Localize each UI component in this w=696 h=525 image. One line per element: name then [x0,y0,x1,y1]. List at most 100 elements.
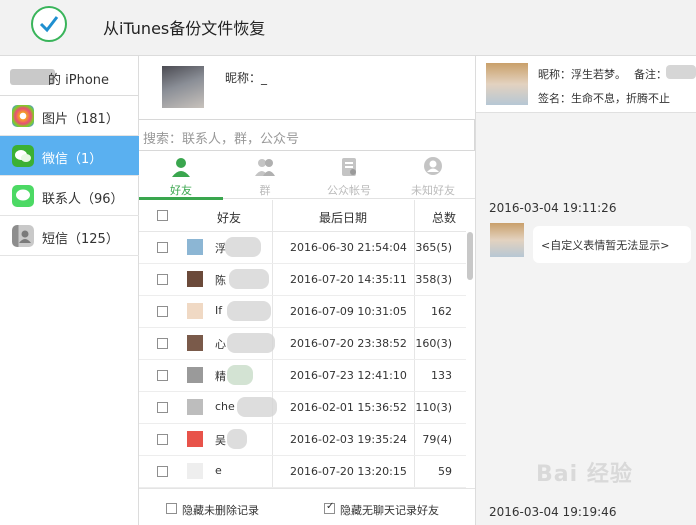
photos-icon [12,105,34,127]
account-nickname: 昵称：_ [225,71,268,85]
search-input[interactable]: 搜索：联系人，群，公众号 [139,119,475,151]
redacted-name [227,301,271,321]
tab-label: 公众帐号 [327,184,371,197]
last-date: 2016-07-09 10:31:05 [290,305,407,318]
hide-not-deleted-label: 隐藏未删除记录 [182,504,259,517]
friend-name: 精 [215,370,226,383]
friend-name: che [215,400,235,413]
redacted-name [227,333,275,353]
friend-avatar [187,271,203,287]
message-timestamp: 2016-03-04 19:11:26 [489,201,617,215]
hide-not-deleted-checkbox[interactable] [166,503,177,514]
table-row[interactable]: 吴 2016-02-03 19:35:24 79(4) [139,424,466,456]
contact-remark: 备注： [634,68,667,81]
friend-avatar [187,463,203,479]
redacted-remark [666,65,696,79]
friends-table: 浮 2016-06-30 21:54:04 365(5) 陈 2016-07-2… [139,232,466,488]
tab-unknown-friends[interactable]: 未知好友 [391,153,475,199]
row-checkbox[interactable] [157,242,168,253]
message-total: 110(3) [415,401,452,414]
row-checkbox[interactable] [157,370,168,381]
sidebar-item-label: 图片（181） [42,112,119,127]
unknown-friend-icon [424,157,442,175]
row-checkbox[interactable] [157,466,168,477]
column-header-total: 总数 [432,211,457,225]
messages-icon [12,185,34,207]
search-placeholder: 搜索：联系人，群，公众号 [143,132,300,147]
message-bubble: <自定义表情暂无法显示> [533,226,691,263]
friend-icon [172,158,190,177]
column-header-friend: 好友 [217,211,242,225]
check-logo-icon [31,6,67,42]
official-account-icon [342,158,356,176]
table-row[interactable]: e 2016-07-20 13:20:15 59 [139,456,466,488]
message-total: 79(4) [422,433,452,446]
row-checkbox[interactable] [157,306,168,317]
tab-label: 未知好友 [411,184,455,197]
friend-name: 陈 [215,274,226,287]
column-header-last-date: 最后日期 [319,211,368,225]
sidebar-item-sms[interactable]: 短信（125） [0,216,139,256]
friend-name: e [215,464,222,477]
last-date: 2016-07-20 13:20:15 [290,465,407,478]
sidebar-item-photos[interactable]: 图片（181） [0,96,139,136]
tab-friends[interactable]: 好友 [139,153,223,200]
last-date: 2016-07-20 14:35:11 [290,273,407,286]
message-timestamp: 2016-03-04 19:19:46 [489,505,617,519]
tab-label: 群 [259,184,271,197]
row-checkbox[interactable] [157,402,168,413]
friend-avatar [187,399,203,415]
device-label: 的 iPhone [48,73,110,88]
table-row[interactable]: 精 2016-07-23 12:41:10 133 [139,360,466,392]
redacted-name [225,237,261,257]
friend-name: 吴 [215,434,226,447]
message-total: 358(3) [415,273,452,286]
sidebar-item-wechat[interactable]: 微信（1） [0,136,139,176]
device-selector[interactable]: 的 iPhone [0,56,139,96]
tab-bar: 好友 群 公众帐号 未知好友 [139,153,475,200]
hide-no-chat-label: 隐藏无聊天记录好友 [340,504,439,517]
sidebar: 的 iPhone 图片（181） 微信（1） 联系人（96） 短信（125） [0,56,139,525]
friend-avatar [187,239,203,255]
app-title: 从iTunes备份文件恢复 [103,19,266,38]
redacted-name [229,269,269,289]
filter-bar: 隐藏未删除记录 隐藏无聊天记录好友 [139,488,475,525]
message-total: 59 [438,465,452,478]
table-row[interactable]: If 2016-07-09 10:31:05 162 [139,296,466,328]
last-date: 2016-06-30 21:54:04 [290,241,407,254]
friend-avatar [187,335,203,351]
friend-name: If [215,304,223,317]
row-checkbox[interactable] [157,274,168,285]
contact-nickname: 昵称：浮生若梦。 [538,68,626,81]
table-row[interactable]: 心 2016-07-20 23:38:52 160(3) [139,328,466,360]
watermark: Bai 经验 [536,462,633,487]
last-date: 2016-07-20 23:38:52 [290,337,407,350]
last-date: 2016-02-01 15:36:52 [290,401,407,414]
table-row[interactable]: 浮 2016-06-30 21:54:04 365(5) [139,232,466,264]
tab-official-accounts[interactable]: 公众帐号 [307,153,391,199]
chat-panel: 昵称：浮生若梦。 备注： 签名：生命不息，折腾不止 2016-03-04 19:… [476,56,696,525]
message-total: 365(5) [415,241,452,254]
sidebar-item-label: 短信（125） [42,232,119,247]
row-checkbox[interactable] [157,338,168,349]
sidebar-item-label: 联系人（96） [42,192,124,207]
wechat-icon [12,145,34,167]
table-header: 好友 最后日期 总数 [139,200,466,232]
contacts-icon [12,225,34,247]
table-row[interactable]: che 2016-02-01 15:36:52 110(3) [139,392,466,424]
contact-avatar [486,63,528,105]
sidebar-item-contacts[interactable]: 联系人（96） [0,176,139,216]
tab-groups[interactable]: 群 [223,153,307,199]
group-icon [255,159,275,176]
friends-panel: 昵称：_ 搜索：联系人，群，公众号 好友 群 公众帐号 未知好友 好友 最后日期… [139,56,476,525]
row-checkbox[interactable] [157,434,168,445]
select-all-checkbox[interactable] [157,210,168,221]
hide-no-chat-checkbox[interactable] [324,501,335,514]
friend-avatar [187,303,203,319]
contact-profile: 昵称：浮生若梦。 备注： 签名：生命不息，折腾不止 [476,56,696,113]
title-bar: 从iTunes备份文件恢复 [0,0,696,56]
table-row[interactable]: 陈 2016-07-20 14:35:11 358(3) [139,264,466,296]
table-scrollbar[interactable] [467,232,473,280]
message-total: 162 [431,305,452,318]
last-date: 2016-02-03 19:35:24 [290,433,407,446]
